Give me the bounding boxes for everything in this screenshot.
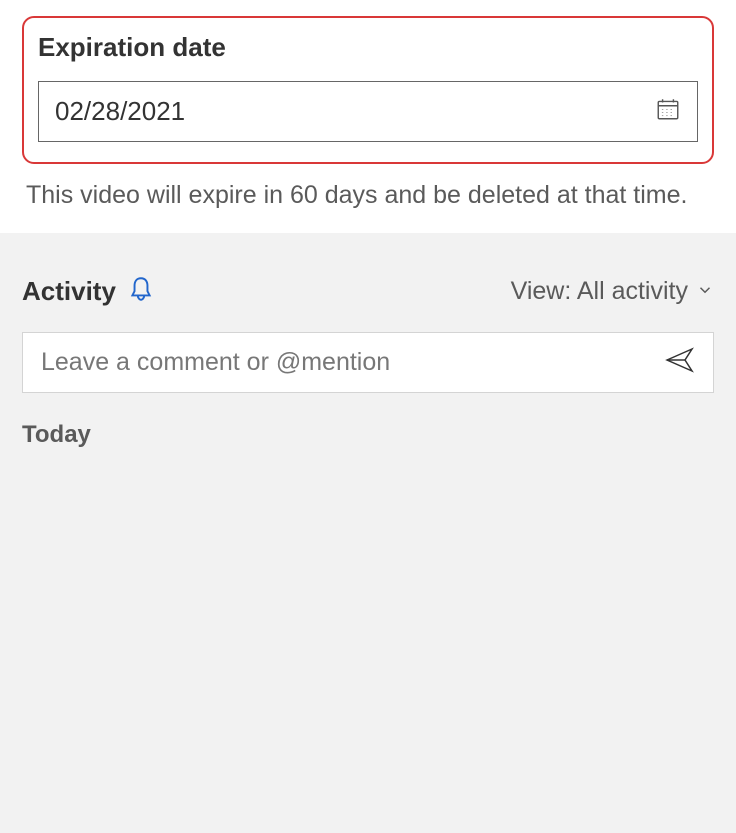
send-icon[interactable] [665,347,695,378]
chevron-down-icon [696,277,714,306]
expiration-section: Expiration date 02/28/2021 [0,0,736,233]
calendar-icon[interactable] [655,96,681,127]
expiration-date-input[interactable]: 02/28/2021 [38,81,698,142]
view-filter-label: View: All activity [511,277,688,306]
activity-title: Activity [22,276,116,307]
activity-title-group: Activity [22,275,154,308]
activity-section: Activity View: All activity [0,233,736,833]
activity-header: Activity View: All activity [22,275,714,308]
bell-icon[interactable] [128,275,154,308]
comment-input[interactable] [41,348,665,377]
today-heading: Today [22,421,714,449]
expiration-label: Expiration date [38,32,698,63]
expiration-date-value: 02/28/2021 [55,96,655,127]
comment-box[interactable] [22,332,714,393]
expiration-helper-text: This video will expire in 60 days and be… [22,178,714,213]
expiration-highlight: Expiration date 02/28/2021 [22,16,714,164]
view-filter-dropdown[interactable]: View: All activity [511,277,714,306]
